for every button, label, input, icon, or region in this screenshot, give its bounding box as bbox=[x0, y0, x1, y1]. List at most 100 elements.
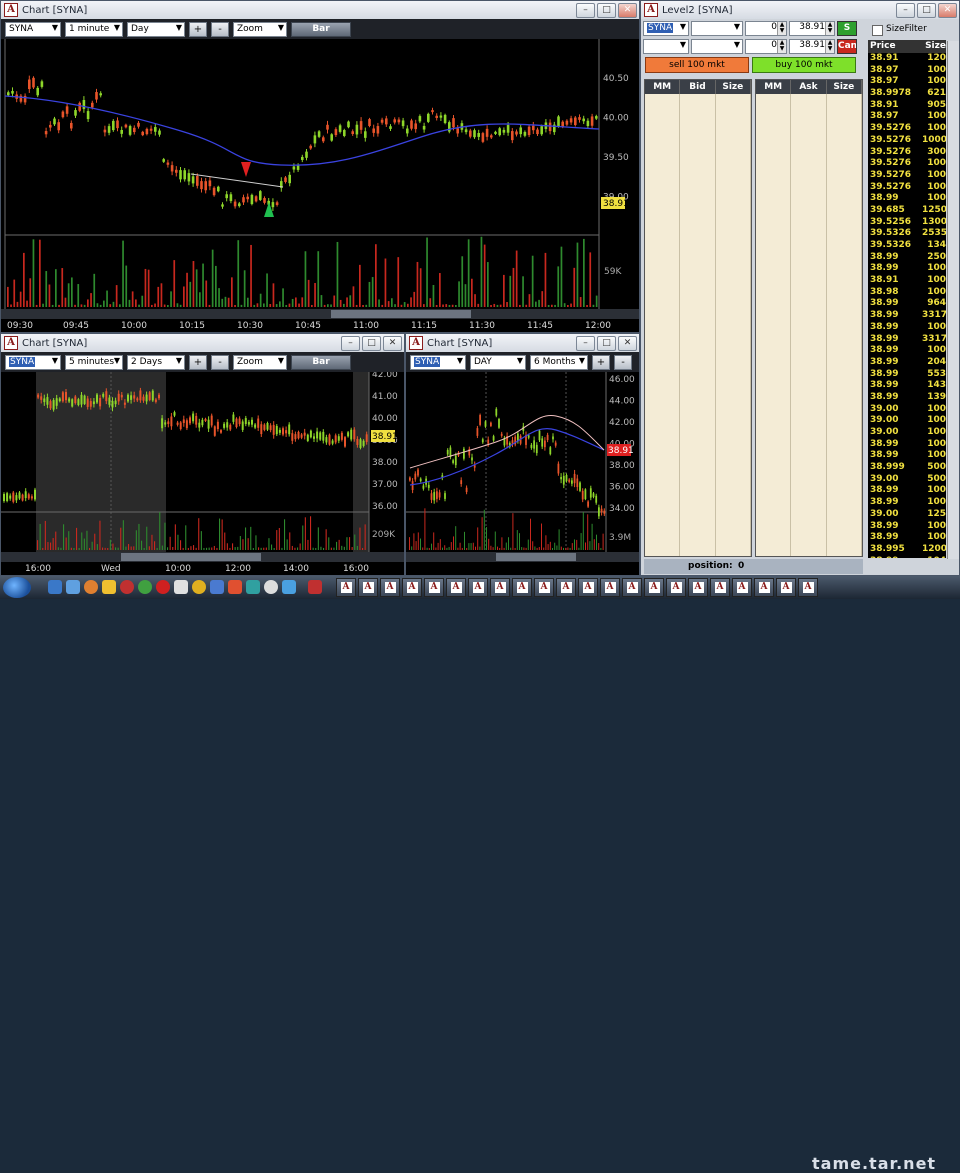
zoom-in-button[interactable]: + bbox=[189, 21, 207, 37]
app-icon[interactable] bbox=[246, 580, 260, 594]
range-select[interactable]: 6 Months ▼ bbox=[530, 354, 588, 370]
taskbar-app-button[interactable]: A bbox=[688, 578, 708, 597]
taskbar-app-button[interactable]: A bbox=[666, 578, 686, 597]
taskbar-app-button[interactable]: A bbox=[424, 578, 444, 597]
bid-book[interactable]: MM Bid Size bbox=[644, 79, 752, 557]
interval-select[interactable]: DAY ▼ bbox=[470, 354, 526, 370]
app-icon[interactable] bbox=[264, 580, 278, 594]
cancel-button[interactable]: Can bbox=[837, 39, 857, 54]
price-chart-plot[interactable]: 42.0041.0040.0039.0038.0037.0036.00 38.9… bbox=[1, 370, 404, 575]
app-icon[interactable] bbox=[210, 580, 224, 594]
maximize-button[interactable]: □ bbox=[362, 336, 381, 351]
zoom-select[interactable]: Zoom ▼ bbox=[233, 354, 287, 370]
browser-icon[interactable] bbox=[192, 580, 206, 594]
range-select[interactable]: 2 Days ▼ bbox=[127, 354, 185, 370]
price-input[interactable]: 38.91 ▲ ▼ bbox=[789, 21, 835, 36]
opera-icon[interactable] bbox=[156, 580, 170, 594]
buy-limit-button[interactable]: S bbox=[837, 21, 857, 36]
interval-select[interactable]: 5 minutes ▼ bbox=[65, 354, 123, 370]
column-header[interactable]: Bid bbox=[680, 80, 716, 94]
symbol-select[interactable]: SYNA ▼ bbox=[643, 21, 689, 36]
chart-window-daily[interactable]: A Chart [SYNA] – □ ✕ SYNA ▼ DAY ▼ 6 Months… bbox=[405, 333, 640, 576]
taskbar-app-button[interactable]: A bbox=[776, 578, 796, 597]
chrome-icon[interactable] bbox=[138, 580, 152, 594]
time-sales-scrollbar[interactable] bbox=[947, 41, 959, 559]
bar-type-button[interactable]: Bar bbox=[291, 21, 351, 37]
column-header[interactable]: Size bbox=[827, 80, 862, 94]
chart-window-titlebar[interactable]: A Chart [SYNA] – □ ✕ bbox=[406, 334, 639, 352]
close-button[interactable]: ✕ bbox=[938, 3, 957, 18]
taskbar-app-button[interactable]: A bbox=[512, 578, 532, 597]
taskbar-app-button[interactable]: A bbox=[600, 578, 620, 597]
zoom-in-button[interactable]: + bbox=[592, 354, 610, 370]
quantity-stepper[interactable]: 0 ▲ ▼ bbox=[745, 21, 787, 36]
taskbar-app-button[interactable]: A bbox=[798, 578, 818, 597]
taskbar-app-button[interactable]: A bbox=[556, 578, 576, 597]
taskbar-app-button[interactable]: A bbox=[446, 578, 466, 597]
chart-window-titlebar[interactable]: A Chart [SYNA] – □ ✕ bbox=[1, 334, 404, 352]
chart-window-titlebar[interactable]: A Chart [SYNA] – □ ✕ bbox=[1, 1, 639, 19]
route-select[interactable]: ▼ bbox=[691, 21, 743, 36]
zoom-select[interactable]: Zoom ▼ bbox=[233, 21, 287, 37]
price-chart-plot[interactable]: 40.5040.0039.5039.00 38.91 59K 09:3009:4… bbox=[1, 39, 639, 332]
app-icon[interactable] bbox=[228, 580, 242, 594]
symbol-select[interactable]: SYNA ▼ bbox=[410, 354, 466, 370]
sell-market-button[interactable]: sell 100 mkt bbox=[645, 57, 749, 73]
desktop-icon[interactable] bbox=[48, 580, 62, 594]
minimize-button[interactable]: – bbox=[896, 3, 915, 18]
app-icon[interactable] bbox=[308, 580, 322, 594]
folder-icon[interactable] bbox=[102, 580, 116, 594]
document-icon[interactable] bbox=[174, 580, 188, 594]
price-chart-plot[interactable]: 46.0044.0042.0040.0038.0036.0034.00 38.9… bbox=[406, 372, 639, 575]
taskbar-app-button[interactable]: A bbox=[336, 578, 356, 597]
zoom-out-button[interactable]: - bbox=[211, 354, 229, 370]
taskbar-app-button[interactable]: A bbox=[468, 578, 488, 597]
explorer-icon[interactable] bbox=[66, 580, 80, 594]
minimize-button[interactable]: – bbox=[341, 336, 360, 351]
column-header[interactable]: Size bbox=[716, 80, 751, 94]
taskbar-app-button[interactable]: A bbox=[710, 578, 730, 597]
minimize-button[interactable]: – bbox=[576, 3, 595, 18]
taskbar-app-button[interactable]: A bbox=[754, 578, 774, 597]
taskbar-app-button[interactable]: A bbox=[732, 578, 752, 597]
minimize-button[interactable]: – bbox=[576, 336, 595, 351]
range-select[interactable]: Day ▼ bbox=[127, 21, 185, 37]
chart-window-1min[interactable]: A Chart [SYNA] – □ ✕ SYNA ▼ 1 minute ▼ Day… bbox=[0, 0, 640, 333]
taskbar-app-button[interactable]: A bbox=[490, 578, 510, 597]
chart-window-5min[interactable]: A Chart [SYNA] – □ ✕ SYNA ▼ 5 minutes ▼ 2 … bbox=[0, 333, 405, 576]
media-icon[interactable] bbox=[120, 580, 134, 594]
close-button[interactable]: ✕ bbox=[383, 336, 402, 351]
start-button[interactable] bbox=[3, 577, 31, 598]
close-button[interactable]: ✕ bbox=[618, 3, 637, 18]
app-icon[interactable] bbox=[282, 580, 296, 594]
quantity-stepper[interactable]: 0 ▲ ▼ bbox=[745, 39, 787, 54]
taskbar-app-button[interactable]: A bbox=[534, 578, 554, 597]
symbol-select[interactable]: SYNA ▼ bbox=[5, 354, 61, 370]
buy-market-button[interactable]: buy 100 mkt bbox=[752, 57, 856, 73]
zoom-in-button[interactable]: + bbox=[189, 354, 207, 370]
zoom-out-button[interactable]: - bbox=[614, 354, 632, 370]
taskbar-app-button[interactable]: A bbox=[402, 578, 422, 597]
taskbar-app-button[interactable]: A bbox=[644, 578, 664, 597]
column-header[interactable]: MM bbox=[645, 80, 681, 94]
maximize-button[interactable]: □ bbox=[597, 3, 616, 18]
zoom-out-button[interactable]: - bbox=[211, 21, 229, 37]
ask-book[interactable]: MM Ask Size bbox=[755, 79, 863, 557]
column-header[interactable]: MM bbox=[756, 80, 792, 94]
maximize-button[interactable]: □ bbox=[917, 3, 936, 18]
account-select[interactable]: ▼ bbox=[643, 39, 689, 54]
taskbar-app-button[interactable]: A bbox=[578, 578, 598, 597]
sizefilter-checkbox[interactable] bbox=[872, 25, 883, 36]
price-input[interactable]: 38.91 ▲ ▼ bbox=[789, 39, 835, 54]
taskbar-app-button[interactable]: A bbox=[380, 578, 400, 597]
order-type-select[interactable]: ▼ bbox=[691, 39, 743, 54]
time-and-sales-list[interactable]: Price Size 38.91 120 38.97 100 38.97 100 38.997… bbox=[868, 40, 946, 558]
level2-titlebar[interactable]: A Level2 [SYNA] – □ ✕ bbox=[641, 1, 959, 19]
column-header[interactable]: Ask bbox=[791, 80, 827, 94]
bar-type-button[interactable]: Bar bbox=[291, 354, 351, 370]
interval-select[interactable]: 1 minute ▼ bbox=[65, 21, 123, 37]
symbol-select[interactable]: SYNA ▼ bbox=[5, 21, 61, 37]
maximize-button[interactable]: □ bbox=[597, 336, 616, 351]
close-button[interactable]: ✕ bbox=[618, 336, 637, 351]
taskbar-app-button[interactable]: A bbox=[622, 578, 642, 597]
